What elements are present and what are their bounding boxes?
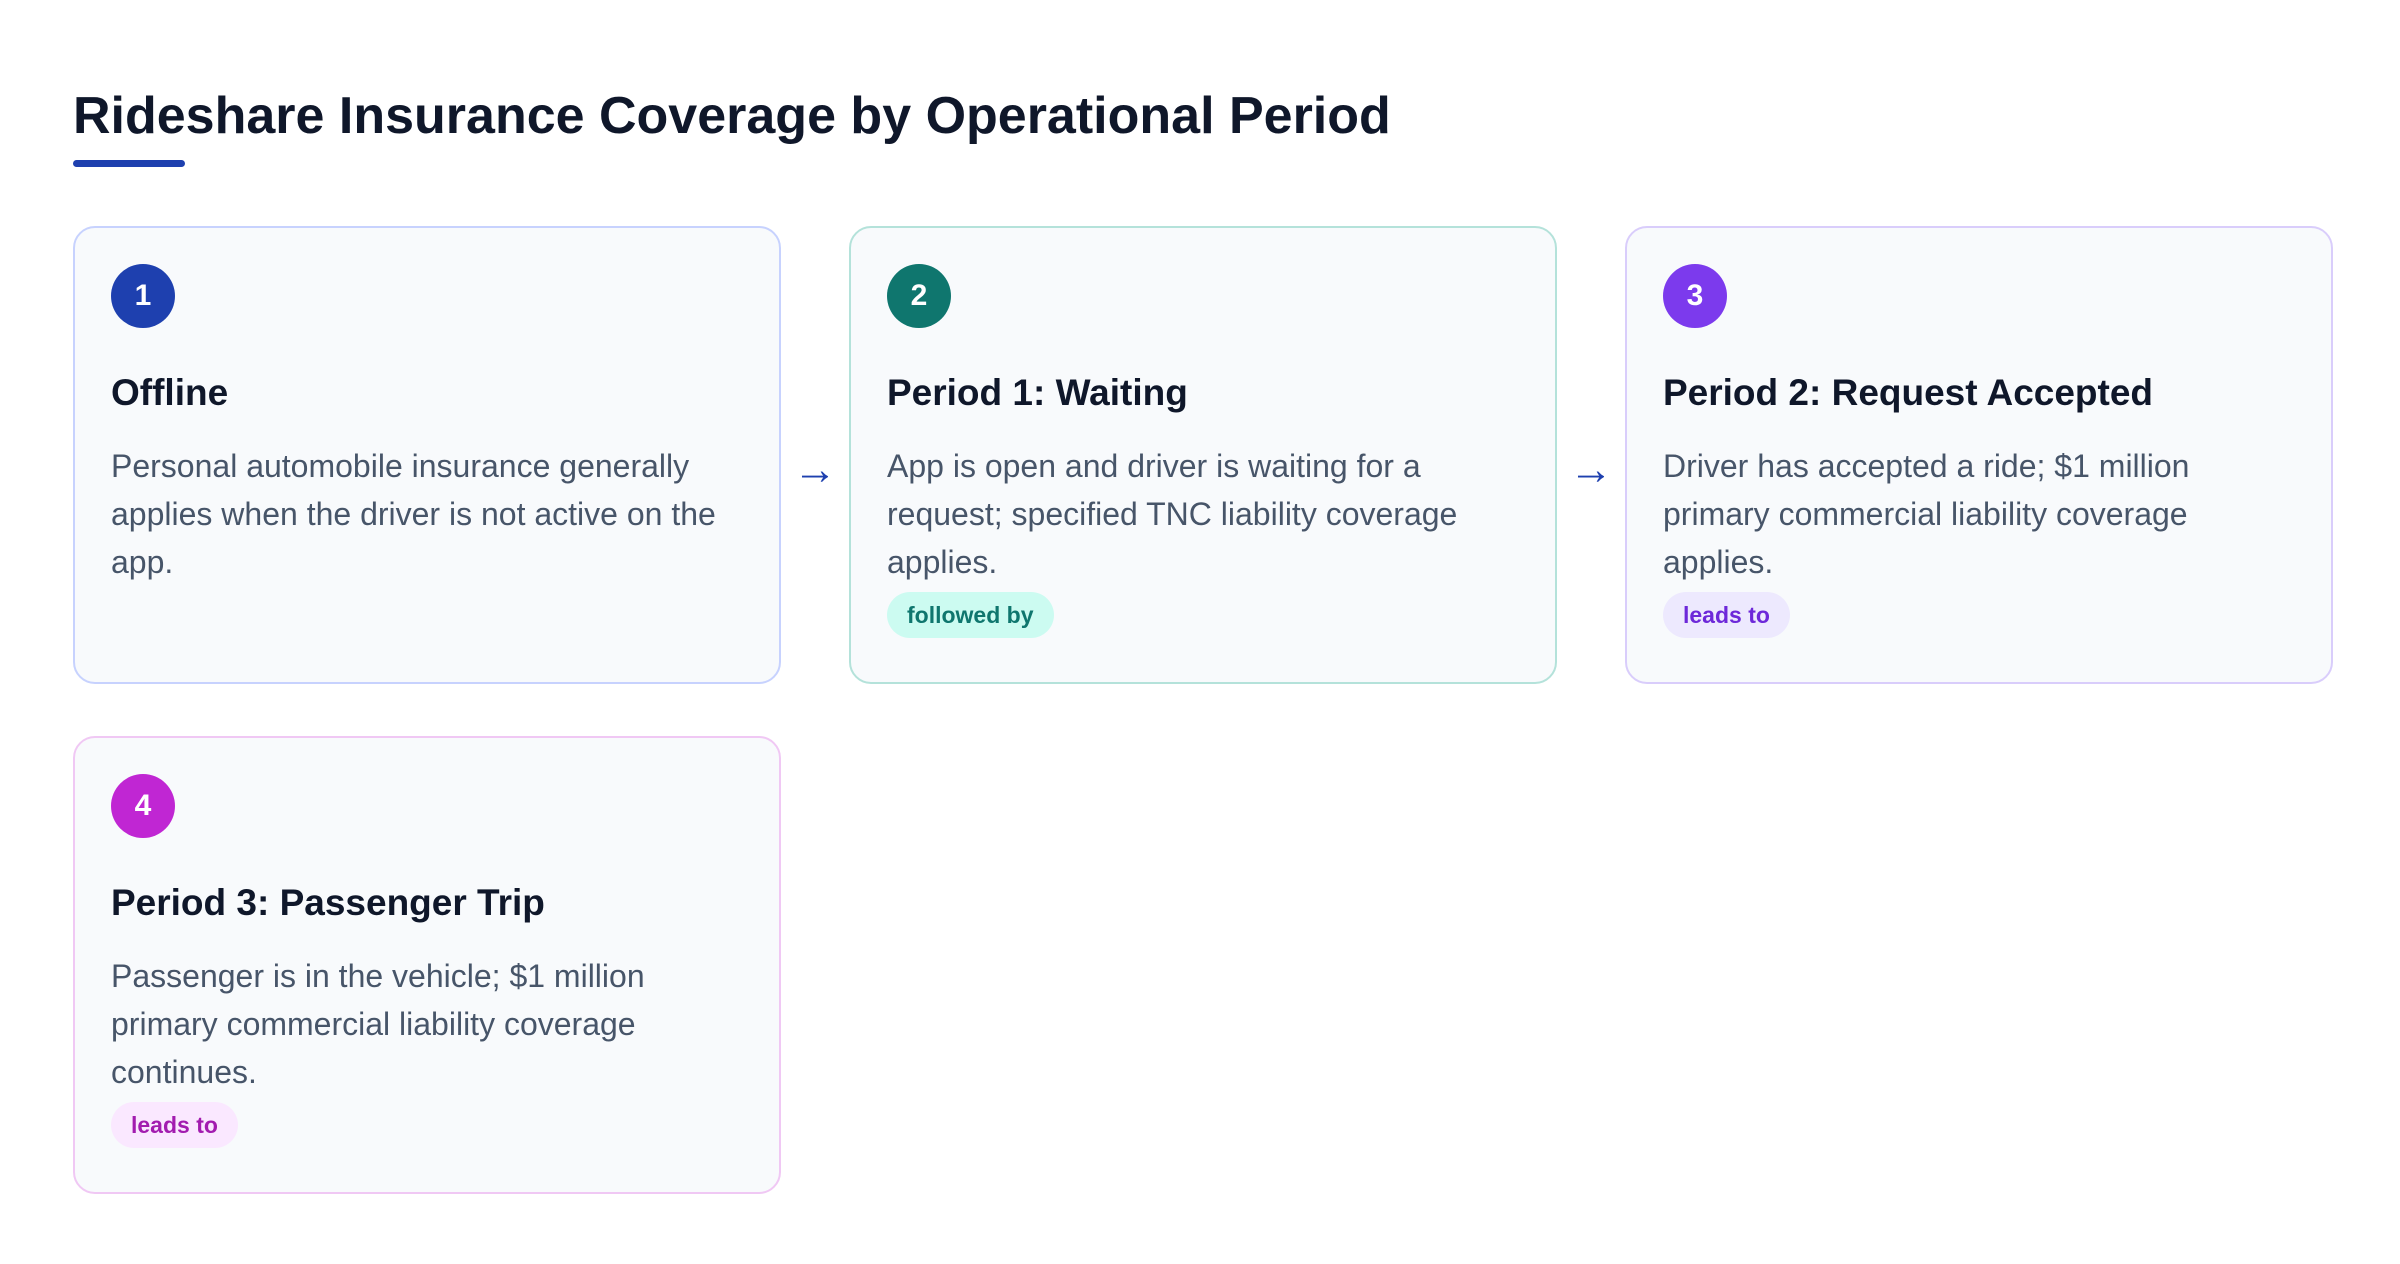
right-arrow-icon: → <box>1569 445 1613 494</box>
step-card-period-3: 4 Period 3: Passenger Trip Passenger is … <box>73 736 781 1194</box>
step-number-badge: 3 <box>1663 264 1727 328</box>
step-number-badge: 2 <box>887 264 951 328</box>
step-description: Driver has accepted a ride; $1 million p… <box>1663 448 2190 580</box>
step-title: Offline <box>111 372 229 413</box>
step-title: Period 3: Passenger Trip <box>111 882 545 923</box>
step-description: Personal automobile insurance generally … <box>111 448 716 580</box>
step-number-badge: 1 <box>111 264 175 328</box>
title-underline <box>73 160 185 167</box>
step-card-period-1: 2 Period 1: Waiting App is open and driv… <box>849 226 1557 684</box>
step-description: App is open and driver is waiting for a … <box>887 448 1458 580</box>
step-title: Period 2: Request Accepted <box>1663 372 2154 413</box>
relation-badge: followed by <box>887 592 1054 638</box>
step-card-period-2: 3 Period 2: Request Accepted Driver has … <box>1625 226 2333 684</box>
right-arrow-icon: → <box>793 445 837 494</box>
page-title: Rideshare Insurance Coverage by Operatio… <box>73 87 1391 145</box>
step-description: Passenger is in the vehicle; $1 million … <box>111 958 645 1090</box>
step-title: Period 1: Waiting <box>887 372 1188 413</box>
relation-badge: leads to <box>1663 592 1790 638</box>
step-number-badge: 4 <box>111 774 175 838</box>
step-card-offline: 1 Offline Personal automobile insurance … <box>73 226 781 684</box>
relation-badge: leads to <box>111 1102 238 1148</box>
